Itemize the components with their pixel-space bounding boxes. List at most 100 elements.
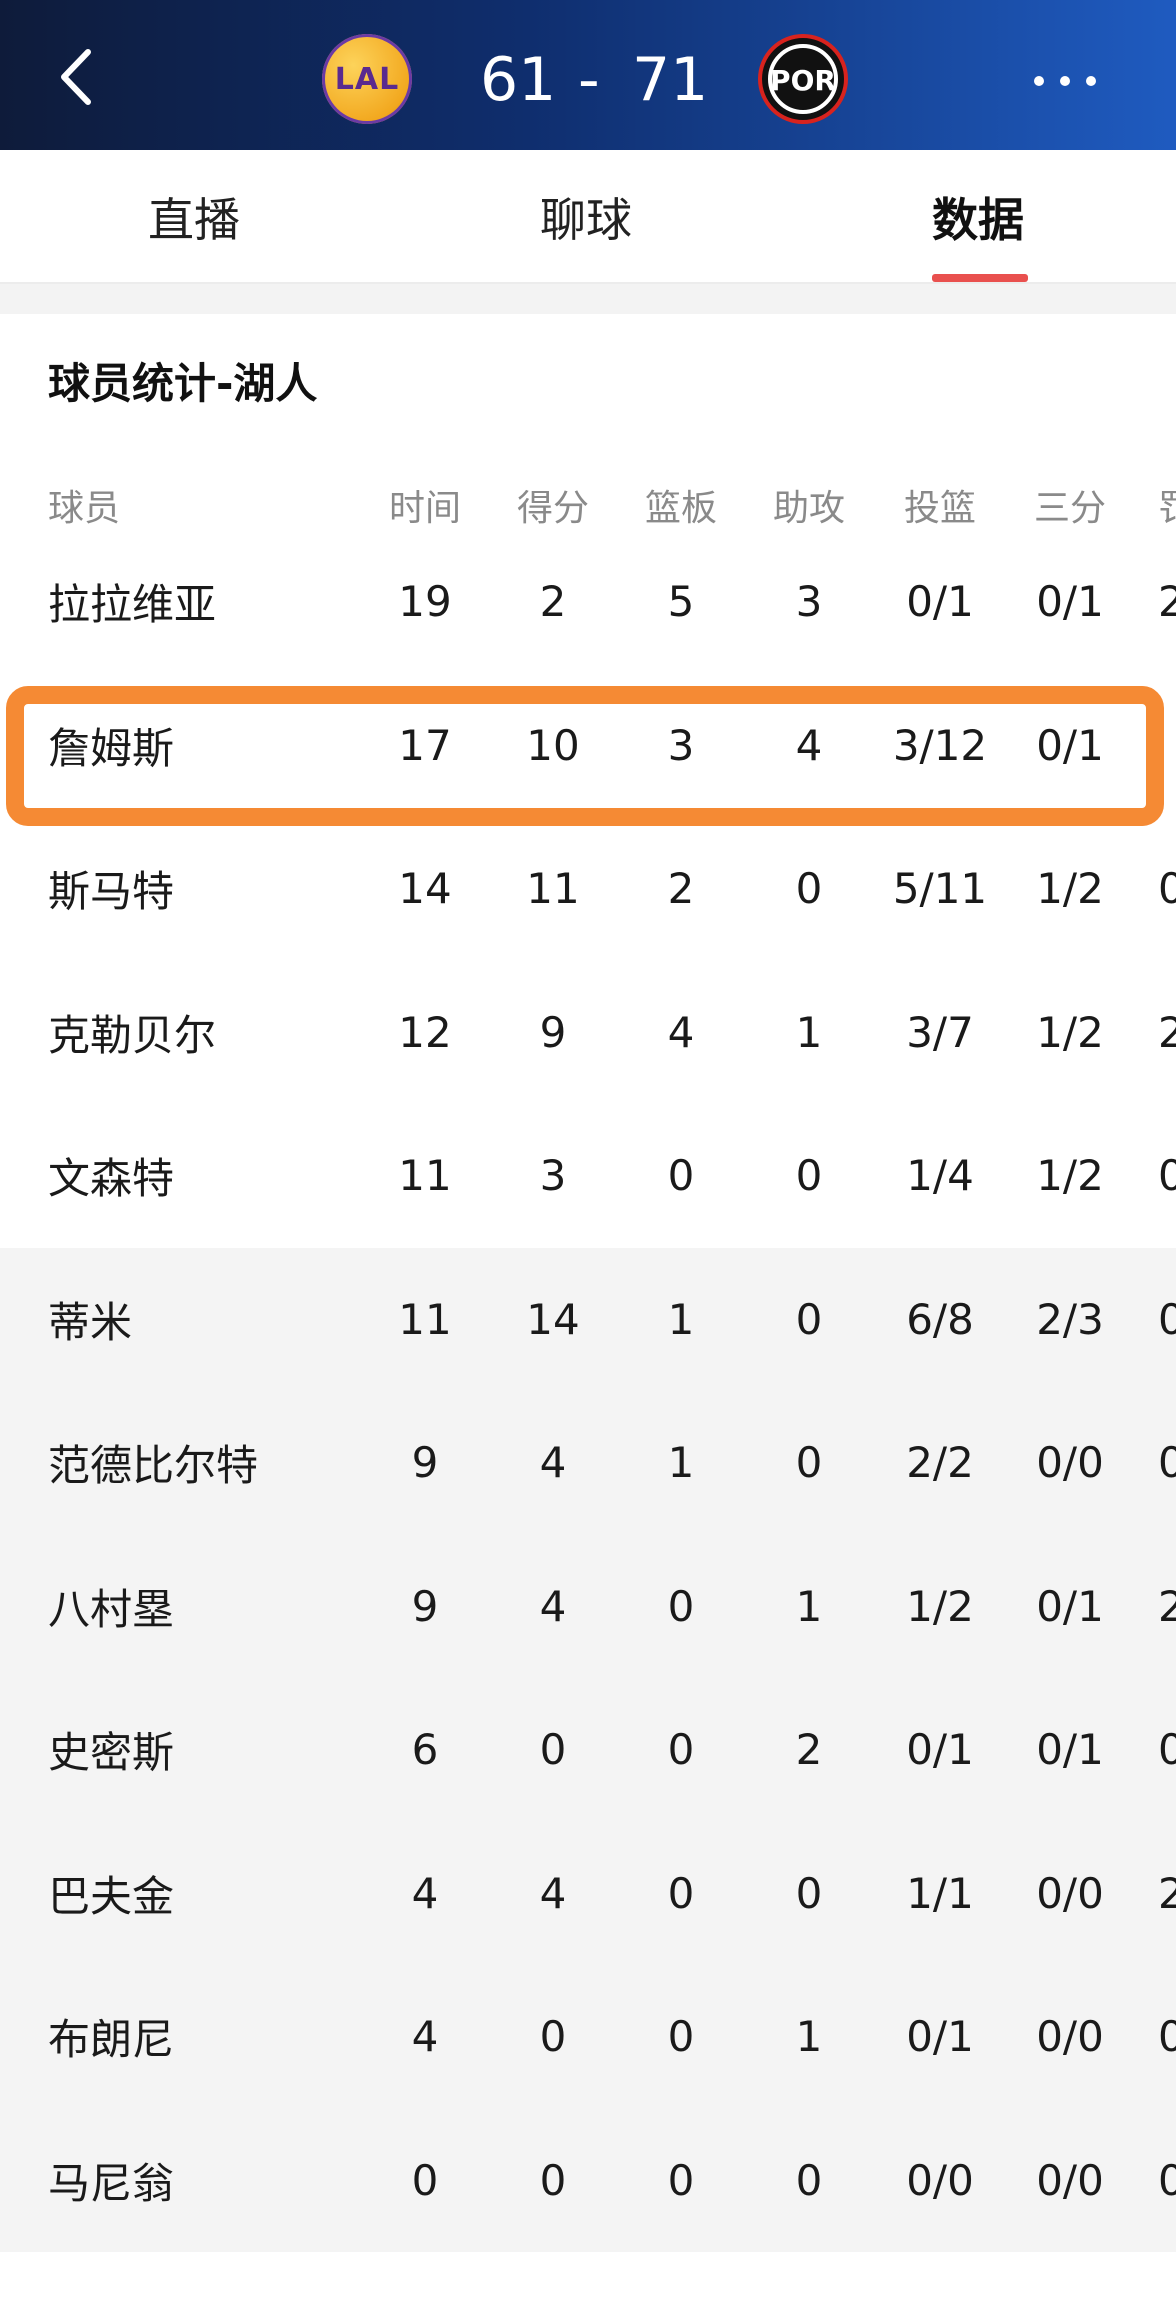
blazers-logo[interactable]: POR xyxy=(758,34,848,124)
three-pointers-cell: 0/1 xyxy=(1036,720,1104,770)
rebounds-cell: 0 xyxy=(667,2012,695,2062)
free-throws-cell: 2 xyxy=(1158,1868,1176,1918)
tab-live[interactable]: 直播 xyxy=(148,184,240,250)
free-throws-cell: 0 xyxy=(1158,1725,1176,1775)
points-cell: 0 xyxy=(539,2012,567,2062)
rebounds-cell: 2 xyxy=(667,864,695,914)
lakers-logo-text: LAL xyxy=(334,62,400,97)
player-name: 八村塁 xyxy=(48,1584,175,1634)
field-goals-cell: 3/12 xyxy=(892,720,988,770)
away-score: 71 xyxy=(632,45,709,115)
assists-cell: 0 xyxy=(795,1294,823,1344)
minutes-cell: 17 xyxy=(398,720,452,770)
three-pointers-cell: 1/2 xyxy=(1036,864,1104,914)
lakers-logo[interactable]: LAL xyxy=(322,34,412,124)
free-throws-cell: 0 xyxy=(1158,1438,1176,1488)
player-name: 巴夫金 xyxy=(48,1871,175,1921)
free-throws-cell: 0 xyxy=(1158,1151,1176,1201)
field-goals-cell: 0/1 xyxy=(906,2012,974,2062)
tab-data[interactable]: 数据 xyxy=(932,184,1024,250)
free-throws-cell xyxy=(1158,674,1176,818)
points-cell: 4 xyxy=(539,1438,567,1488)
player-name: 范德比尔特 xyxy=(48,1441,259,1491)
minutes-cell: 6 xyxy=(411,1725,439,1775)
back-button[interactable] xyxy=(48,42,118,112)
three-pointers-cell: 0/1 xyxy=(1036,1725,1104,1775)
more-dot-icon xyxy=(1060,76,1070,86)
rebounds-cell: 3 xyxy=(667,720,695,770)
field-goals-cell: 0/1 xyxy=(906,1725,974,1775)
assists-cell: 0 xyxy=(795,1151,823,1201)
table-row[interactable]: 斯马特 14 11 2 0 5/11 1/2 0 xyxy=(0,817,1176,961)
three-pointers-cell: 2/3 xyxy=(1036,1294,1104,1344)
tab-chat[interactable]: 聊球 xyxy=(540,184,632,250)
table-row[interactable]: 马尼翁 0 0 0 0 0/0 0/0 0 xyxy=(0,2108,1176,2252)
points-cell: 0 xyxy=(539,2155,567,2205)
more-button[interactable] xyxy=(1028,58,1108,98)
field-goals-cell: 1/4 xyxy=(906,1151,974,1201)
free-throws-cell: 0 xyxy=(1158,864,1176,914)
section-title: 球员统计-湖人 xyxy=(48,359,318,408)
game-header: LAL 61 - 71 POR xyxy=(0,0,1176,150)
minutes-cell: 11 xyxy=(398,1151,452,1201)
points-cell: 9 xyxy=(539,1007,567,1057)
rebounds-cell: 0 xyxy=(667,1868,695,1918)
assists-cell: 0 xyxy=(795,1438,823,1488)
player-name: 拉拉维亚 xyxy=(48,580,217,630)
free-throws-cell: 2 xyxy=(1158,577,1176,627)
three-pointers-cell: 1/2 xyxy=(1036,1151,1104,1201)
rebounds-cell: 0 xyxy=(667,1725,695,1775)
player-name: 布朗尼 xyxy=(48,2015,175,2065)
table-row[interactable]: 巴夫金 4 4 0 0 1/1 0/0 2 xyxy=(0,1821,1176,1965)
table-row[interactable]: 八村塁 9 4 0 1 1/2 0/1 2 xyxy=(0,1534,1176,1678)
rebounds-cell: 1 xyxy=(667,1438,695,1488)
player-name: 斯马特 xyxy=(48,867,175,917)
field-goals-cell: 6/8 xyxy=(906,1294,974,1344)
table-row[interactable]: 蒂米 11 14 1 0 6/8 2/3 0 xyxy=(0,1247,1176,1391)
more-dot-icon xyxy=(1034,76,1044,86)
score-separator: - xyxy=(578,45,600,115)
minutes-cell: 19 xyxy=(398,577,452,627)
points-cell: 4 xyxy=(539,1581,567,1631)
three-pointers-cell: 0/1 xyxy=(1036,1581,1104,1631)
table-row[interactable]: 文森特 11 3 0 0 1/4 1/2 0 xyxy=(0,1104,1176,1248)
minutes-cell: 4 xyxy=(411,1868,439,1918)
field-goals-cell: 1/2 xyxy=(906,1581,974,1631)
free-throws-cell: 0 xyxy=(1158,1294,1176,1344)
table-row[interactable]: 詹姆斯 17 10 3 4 3/12 0/1 xyxy=(0,674,1176,818)
rebounds-cell: 0 xyxy=(667,1151,695,1201)
table-row[interactable]: 拉拉维亚 19 2 5 3 0/1 0/1 2 xyxy=(0,530,1176,674)
player-name: 蒂米 xyxy=(48,1297,133,1347)
assists-cell: 0 xyxy=(795,1868,823,1918)
assists-cell: 0 xyxy=(795,864,823,914)
minutes-cell: 9 xyxy=(411,1438,439,1488)
player-name: 文森特 xyxy=(48,1154,175,1204)
active-tab-indicator xyxy=(932,274,1028,282)
assists-cell: 3 xyxy=(795,577,823,627)
free-throws-cell: 2 xyxy=(1158,1581,1176,1631)
table-row[interactable]: 范德比尔特 9 4 1 0 2/2 0/0 0 xyxy=(0,1391,1176,1535)
more-dot-icon xyxy=(1086,76,1096,86)
blazers-logo-text: POR xyxy=(770,64,836,97)
points-cell: 4 xyxy=(539,1868,567,1918)
field-goals-cell: 0/0 xyxy=(906,2155,974,2205)
points-cell: 3 xyxy=(539,1151,567,1201)
assists-cell: 0 xyxy=(795,2155,823,2205)
minutes-cell: 11 xyxy=(398,1294,452,1344)
rebounds-cell: 0 xyxy=(667,1581,695,1631)
minutes-cell: 4 xyxy=(411,2012,439,2062)
player-name: 史密斯 xyxy=(48,1728,175,1778)
three-pointers-cell: 0/0 xyxy=(1036,2155,1104,2205)
assists-cell: 1 xyxy=(795,1007,823,1057)
section-divider xyxy=(0,284,1176,314)
three-pointers-cell: 0/1 xyxy=(1036,577,1104,627)
points-cell: 14 xyxy=(526,1294,580,1344)
free-throws-cell: 2 xyxy=(1158,1007,1176,1057)
three-pointers-cell: 1/2 xyxy=(1036,1007,1104,1057)
field-goals-cell: 0/1 xyxy=(906,577,974,627)
tab-bar: 直播 聊球 数据 xyxy=(0,150,1176,284)
table-row[interactable]: 克勒贝尔 12 9 4 1 3/7 1/2 2 xyxy=(0,961,1176,1105)
table-row[interactable]: 布朗尼 4 0 0 1 0/1 0/0 0 xyxy=(0,1965,1176,2109)
field-goals-cell: 3/7 xyxy=(906,1007,974,1057)
table-row[interactable]: 史密斯 6 0 0 2 0/1 0/1 0 xyxy=(0,1678,1176,1822)
